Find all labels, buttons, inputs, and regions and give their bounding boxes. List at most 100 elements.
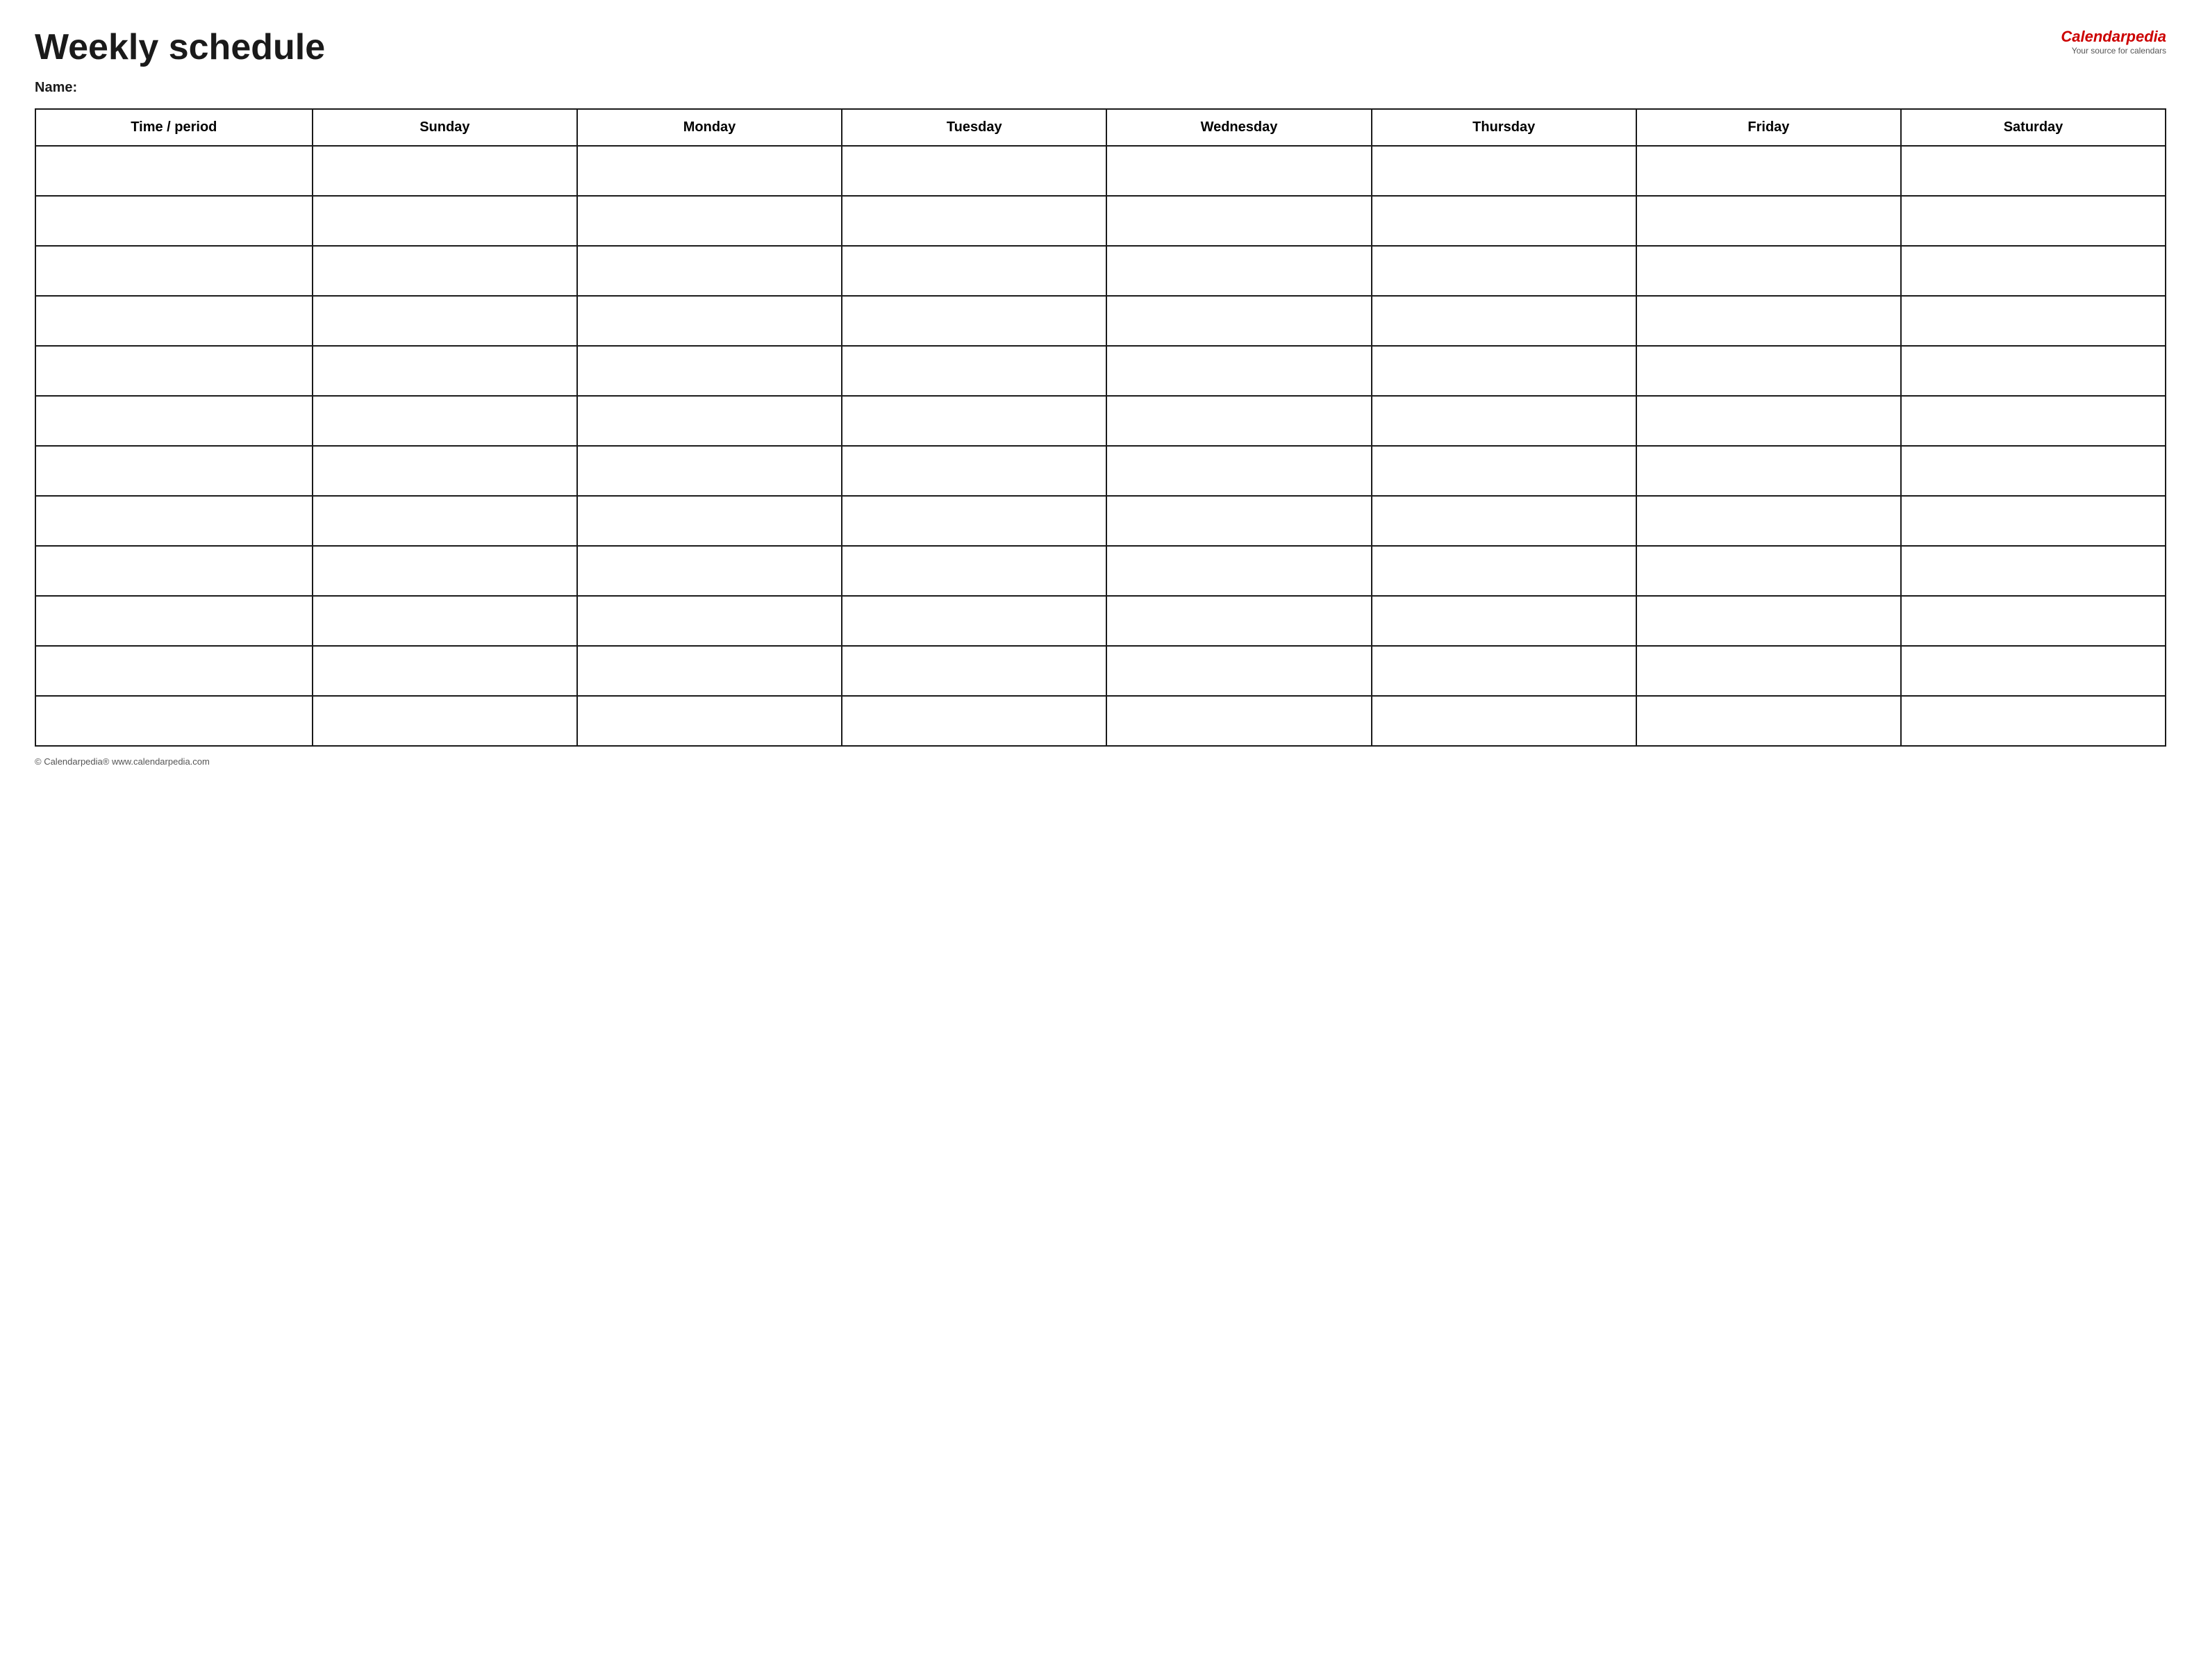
table-cell[interactable] (1372, 196, 1636, 246)
table-cell[interactable] (1372, 146, 1636, 196)
table-cell[interactable] (1901, 446, 2166, 496)
table-cell[interactable] (842, 296, 1106, 346)
col-header-saturday: Saturday (1901, 109, 2166, 146)
table-cell[interactable] (577, 446, 842, 496)
table-cell[interactable] (842, 446, 1106, 496)
table-cell[interactable] (1901, 196, 2166, 246)
table-cell[interactable] (1636, 396, 1901, 446)
table-cell[interactable] (1901, 246, 2166, 296)
table-cell[interactable] (1106, 296, 1371, 346)
table-cell[interactable] (577, 396, 842, 446)
table-cell[interactable] (1106, 546, 1371, 596)
table-cell[interactable] (842, 696, 1106, 746)
table-cell[interactable] (577, 646, 842, 696)
table-cell[interactable] (313, 296, 577, 346)
table-cell[interactable] (35, 246, 313, 296)
table-cell[interactable] (1901, 296, 2166, 346)
table-cell[interactable] (842, 546, 1106, 596)
table-cell[interactable] (842, 396, 1106, 446)
table-cell[interactable] (1901, 496, 2166, 546)
table-cell[interactable] (842, 496, 1106, 546)
table-cell[interactable] (35, 196, 313, 246)
table-cell[interactable] (1372, 546, 1636, 596)
table-cell[interactable] (577, 346, 842, 396)
table-cell[interactable] (1901, 546, 2166, 596)
table-row (35, 296, 2166, 346)
table-cell[interactable] (1636, 296, 1901, 346)
table-cell[interactable] (35, 346, 313, 396)
table-cell[interactable] (1636, 546, 1901, 596)
table-cell[interactable] (577, 596, 842, 646)
table-cell[interactable] (35, 646, 313, 696)
table-cell[interactable] (313, 546, 577, 596)
table-cell[interactable] (1636, 196, 1901, 246)
table-cell[interactable] (1901, 346, 2166, 396)
table-cell[interactable] (1372, 696, 1636, 746)
table-cell[interactable] (842, 596, 1106, 646)
table-cell[interactable] (313, 446, 577, 496)
table-cell[interactable] (1636, 146, 1901, 196)
table-cell[interactable] (35, 146, 313, 196)
table-cell[interactable] (842, 246, 1106, 296)
table-cell[interactable] (1106, 346, 1371, 396)
table-cell[interactable] (313, 246, 577, 296)
table-cell[interactable] (1636, 496, 1901, 546)
table-cell[interactable] (577, 296, 842, 346)
table-cell[interactable] (35, 296, 313, 346)
table-cell[interactable] (1106, 496, 1371, 546)
table-cell[interactable] (577, 196, 842, 246)
table-cell[interactable] (1372, 346, 1636, 396)
table-cell[interactable] (1106, 246, 1371, 296)
table-cell[interactable] (1372, 596, 1636, 646)
table-cell[interactable] (842, 146, 1106, 196)
table-cell[interactable] (1106, 196, 1371, 246)
table-cell[interactable] (577, 146, 842, 196)
table-cell[interactable] (313, 596, 577, 646)
table-cell[interactable] (1636, 696, 1901, 746)
table-cell[interactable] (35, 396, 313, 446)
table-cell[interactable] (1106, 646, 1371, 696)
table-cell[interactable] (313, 396, 577, 446)
table-cell[interactable] (1901, 646, 2166, 696)
table-cell[interactable] (1901, 596, 2166, 646)
table-cell[interactable] (577, 546, 842, 596)
table-cell[interactable] (35, 446, 313, 496)
table-cell[interactable] (1106, 146, 1371, 196)
table-cell[interactable] (577, 696, 842, 746)
table-cell[interactable] (1901, 396, 2166, 446)
table-cell[interactable] (35, 596, 313, 646)
table-cell[interactable] (1901, 146, 2166, 196)
col-header-time: Time / period (35, 109, 313, 146)
table-cell[interactable] (1372, 246, 1636, 296)
table-cell[interactable] (1372, 496, 1636, 546)
table-cell[interactable] (842, 196, 1106, 246)
table-cell[interactable] (35, 546, 313, 596)
table-cell[interactable] (1636, 246, 1901, 296)
table-cell[interactable] (1372, 646, 1636, 696)
table-row (35, 446, 2166, 496)
table-cell[interactable] (1636, 346, 1901, 396)
table-cell[interactable] (313, 196, 577, 246)
table-cell[interactable] (313, 696, 577, 746)
table-cell[interactable] (1106, 396, 1371, 446)
table-cell[interactable] (35, 696, 313, 746)
table-cell[interactable] (577, 496, 842, 546)
table-cell[interactable] (1372, 296, 1636, 346)
table-cell[interactable] (313, 646, 577, 696)
table-cell[interactable] (1636, 446, 1901, 496)
table-cell[interactable] (313, 146, 577, 196)
table-cell[interactable] (35, 496, 313, 546)
table-cell[interactable] (842, 346, 1106, 396)
table-cell[interactable] (1106, 446, 1371, 496)
table-cell[interactable] (1636, 646, 1901, 696)
table-cell[interactable] (1372, 396, 1636, 446)
table-cell[interactable] (1901, 696, 2166, 746)
table-cell[interactable] (1106, 596, 1371, 646)
table-cell[interactable] (842, 646, 1106, 696)
table-cell[interactable] (1636, 596, 1901, 646)
table-cell[interactable] (1372, 446, 1636, 496)
table-cell[interactable] (313, 496, 577, 546)
table-cell[interactable] (1106, 696, 1371, 746)
table-cell[interactable] (313, 346, 577, 396)
table-cell[interactable] (577, 246, 842, 296)
